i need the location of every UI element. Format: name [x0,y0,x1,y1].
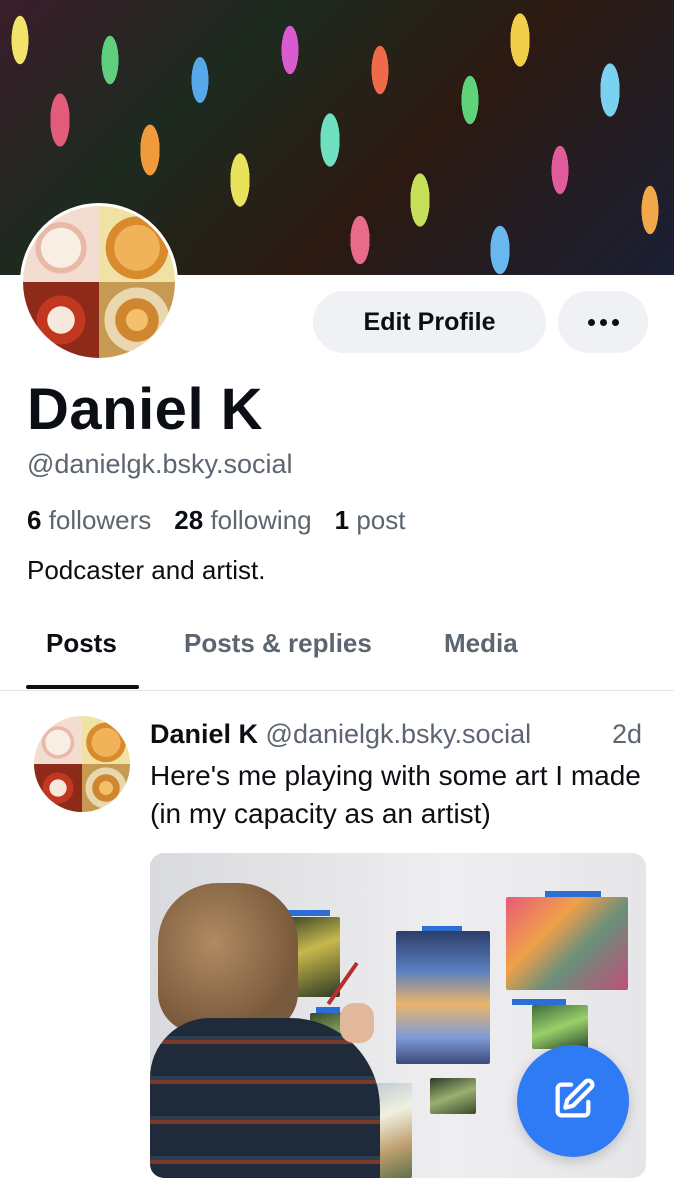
more-horizontal-icon [587,318,619,326]
avatar-tile [82,764,130,812]
avatar-tile [23,282,99,358]
posts-label: post [356,505,406,535]
post-author-avatar[interactable] [34,716,130,812]
tab-media[interactable]: Media [444,628,518,659]
avatar-tile [23,206,99,282]
person-hair [158,883,298,1033]
post-text: Here's me playing with some art I made (… [150,760,641,829]
painting [532,1005,588,1049]
profile-display-name: Daniel K [27,377,264,442]
painting [396,931,490,1064]
followers-label: followers [48,505,152,535]
compose-post-button[interactable] [517,1045,629,1157]
edit-profile-button[interactable]: Edit Profile [313,291,546,353]
active-tab-indicator [26,685,139,689]
avatar-tile [99,206,175,282]
following-link[interactable]: 28 following [174,505,314,536]
profile-handle: @danielgk.bsky.social [27,449,293,479]
more-options-button[interactable] [558,291,648,353]
profile-stats: 6 followers 28 following 1 post [27,505,408,536]
tab-posts[interactable]: Posts [46,628,117,659]
profile-bio: Podcaster and artist. [27,555,266,585]
avatar-tile [34,764,82,812]
followers-count: 6 [27,505,42,535]
person-hand [340,1003,374,1043]
painting [430,1078,476,1114]
post-timestamp[interactable]: 2d [612,719,642,750]
tape [288,910,330,916]
avatar-tile [82,716,130,764]
posts-count: 1 [334,505,350,535]
post-author-handle[interactable]: @danielgk.bsky.social [266,719,532,749]
person-sweater [150,1018,380,1178]
profile-tabs: Posts Posts & replies Media [0,620,674,691]
painting [506,897,628,990]
compose-icon [550,1077,596,1126]
avatar-tile [34,716,82,764]
avatar-tile [99,282,175,358]
post-author-name[interactable]: Daniel K [150,719,258,749]
post-header: Daniel K @danielgk.bsky.social [150,719,531,750]
following-count: 28 [174,505,204,535]
followers-link[interactable]: 6 followers [27,505,154,536]
posts-stat: 1 post [335,505,409,536]
tab-posts-and-replies[interactable]: Posts & replies [184,628,372,659]
following-label: following [210,505,312,535]
profile-avatar[interactable] [20,203,178,361]
